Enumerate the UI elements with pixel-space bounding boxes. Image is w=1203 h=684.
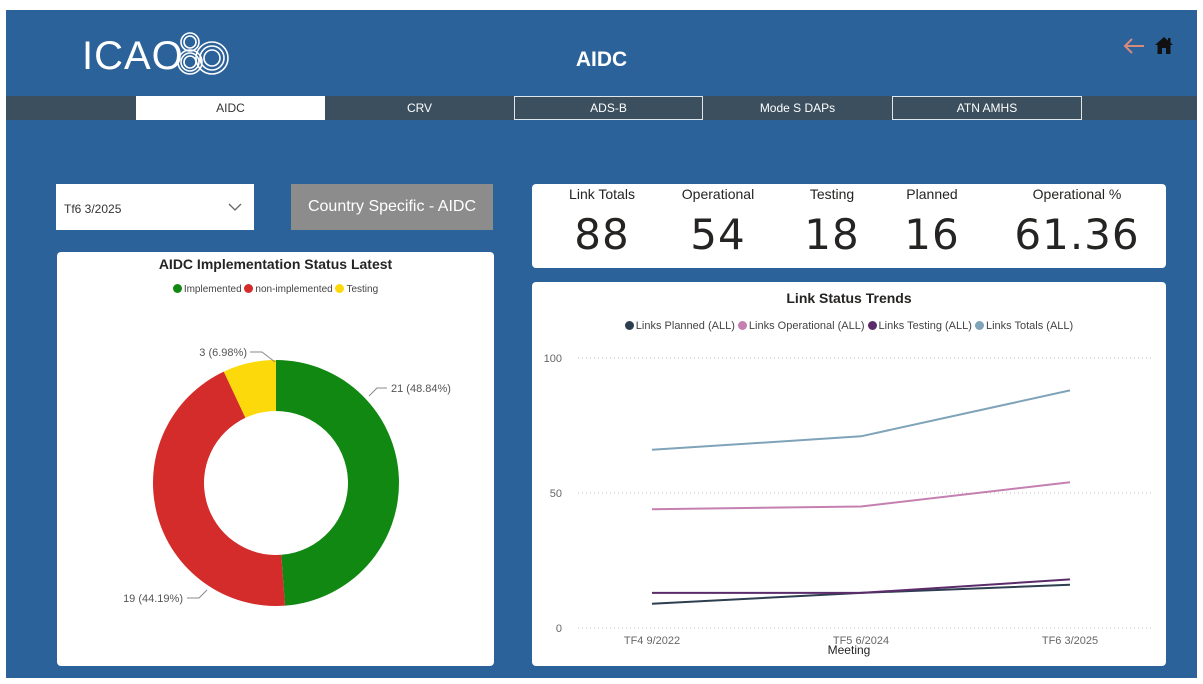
implementation-status-card: AIDC Implementation Status Latest Implem… xyxy=(57,252,494,666)
data-label-implemented: 21 (48.84%) xyxy=(391,383,451,395)
kpi-value: 16 xyxy=(904,210,960,259)
label-leader-non-implemented xyxy=(187,589,208,599)
kpi-value: 54 xyxy=(690,210,746,259)
donut-slice-implemented[interactable] xyxy=(276,360,400,606)
kpi-testing: Testing 18 xyxy=(782,184,882,259)
home-icon[interactable] xyxy=(1154,35,1174,57)
kpi-planned: Planned 16 xyxy=(882,184,982,259)
data-label-non-implemented: 19 (44.19%) xyxy=(123,593,183,605)
series-line-testing[interactable] xyxy=(652,578,1071,594)
tab-atn-amhs[interactable]: ATN AMHS xyxy=(892,96,1082,120)
x-tick-label: TF4 9/2022 xyxy=(624,635,680,647)
nav-bar: AIDC CRV ADS-B Mode S DAPs ATN AMHS xyxy=(6,96,1197,120)
kpi-value: 88 xyxy=(574,210,630,259)
series-line-operational[interactable] xyxy=(651,481,1071,511)
country-specific-button[interactable]: Country Specific - AIDC xyxy=(291,184,493,230)
back-arrow-icon[interactable] xyxy=(1121,35,1147,57)
donut-chart: 3 (6.98%) 21 (48.84%) 19 (44.19%) xyxy=(123,347,451,606)
kpi-label: Operational % xyxy=(1032,186,1122,202)
kpi-value: 18 xyxy=(804,210,860,259)
kpi-link-totals: Link Totals 88 xyxy=(552,184,652,259)
link-status-trends-card: Link Status Trends Links Planned (ALL) L… xyxy=(532,282,1166,666)
kpi-card: Link Totals 88 Operational 54 Testing 18… xyxy=(532,184,1166,268)
kpi-operational-percent: Operational % 61.36 xyxy=(1002,184,1152,259)
kpi-label: Operational xyxy=(681,186,755,202)
dropdown-value: Tf6 3/2025 xyxy=(64,202,122,216)
page-title: AIDC xyxy=(575,48,628,71)
kpi-value: 61.36 xyxy=(1014,210,1140,259)
tab-ads-b[interactable]: ADS-B xyxy=(514,96,703,120)
series-line-planned[interactable] xyxy=(651,583,1071,605)
data-label-testing: 3 (6.98%) xyxy=(199,347,247,359)
chevron-down-icon xyxy=(228,203,242,211)
y-tick-label: 100 xyxy=(544,353,562,365)
y-tick-label: 50 xyxy=(550,488,562,500)
kpi-operational: Operational 54 xyxy=(668,184,768,259)
tab-mode-s-daps[interactable]: Mode S DAPs xyxy=(703,96,892,120)
kpi-label: Planned xyxy=(906,186,958,202)
x-tick-label: TF6 3/2025 xyxy=(1042,635,1098,647)
y-tick-label: 0 xyxy=(556,623,562,635)
kpi-label: Testing xyxy=(809,186,855,202)
x-axis-label: Meeting xyxy=(828,643,871,657)
series-line-totals[interactable] xyxy=(651,389,1071,451)
tab-crv[interactable]: CRV xyxy=(325,96,514,120)
tab-aidc[interactable]: AIDC xyxy=(136,96,325,120)
label-leader-implemented xyxy=(368,387,387,397)
dashboard-frame: ICAO AIDC AIDC CRV ADS-B Mode S DAPs ATN… xyxy=(6,10,1197,678)
meeting-filter-dropdown[interactable]: Tf6 3/2025 xyxy=(56,184,254,230)
kpi-label: Link Totals xyxy=(569,186,635,202)
line-chart: 050100 TF4 9/2022 TF5 6/2024 TF6 3/2025 Me… xyxy=(544,353,1154,657)
